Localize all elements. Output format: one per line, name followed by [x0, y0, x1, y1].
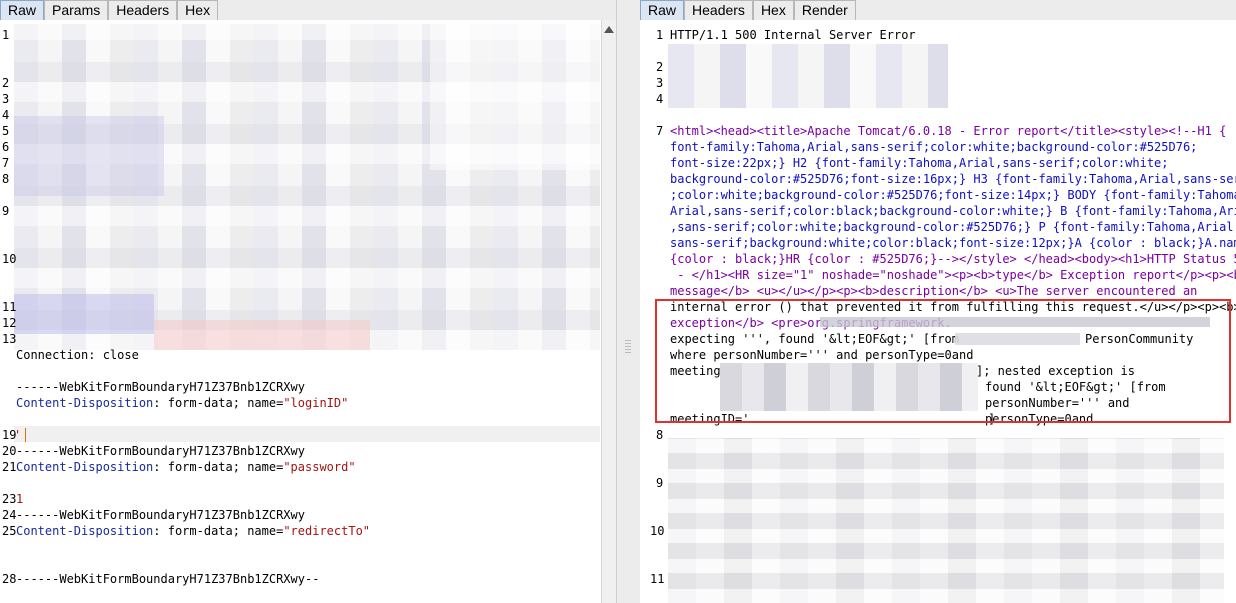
- request-pane: Raw Params Headers Hex 1 2 3 4 5 6 7 8 9…: [0, 0, 616, 603]
- boundary-line: ------WebKitFormBoundaryH71Z37Bnb1ZCRXwy: [16, 380, 305, 394]
- line-number: 9: [2, 204, 10, 218]
- line-number: 2: [2, 76, 10, 90]
- line-number: 12: [2, 316, 17, 330]
- line-number: 28: [2, 572, 17, 586]
- connection-header: Connection: close: [16, 348, 139, 362]
- content-disposition-loginid: Content-Disposition: form-data; name="lo…: [16, 396, 349, 410]
- pane-splitter[interactable]: [616, 0, 641, 603]
- line-number: 10: [650, 524, 665, 538]
- response-body-line: ,sans-serif;color:white;background-color…: [670, 220, 1236, 234]
- request-scrollbar[interactable]: [601, 20, 616, 603]
- boundary-line: ------WebKitFormBoundaryH71Z37Bnb1ZCRXwy: [16, 444, 305, 458]
- line-number: 20: [2, 444, 17, 458]
- content-disposition-redirectto: Content-Disposition: form-data; name="re…: [16, 524, 371, 538]
- response-body-line: ;color:white;background-color:#525D76;fo…: [670, 188, 1236, 202]
- loginid-value[interactable]: ': [14, 428, 21, 442]
- response-body-line: background-color:#525D76;font-size:16px;…: [670, 172, 1236, 186]
- response-body-line: message</b> <u></u></p><p><b>description…: [670, 284, 1198, 298]
- request-tabs: Raw Params Headers Hex: [0, 0, 616, 21]
- request-tab-hex[interactable]: Hex: [177, 0, 219, 20]
- boundary-line: ------WebKitFormBoundaryH71Z37Bnb1ZCRXwy: [16, 508, 305, 522]
- text-cursor: [25, 428, 26, 442]
- response-body-line: Arial,sans-serif;color:black;background-…: [670, 204, 1236, 218]
- line-number: 3: [656, 76, 664, 90]
- response-tab-headers[interactable]: Headers: [684, 0, 753, 20]
- request-editor[interactable]: 1 2 3 4 5 6 7 8 9 10 11 12 13 Connection…: [0, 20, 616, 603]
- splitter-grip-icon[interactable]: [625, 340, 631, 354]
- request-tab-params[interactable]: Params: [44, 0, 109, 20]
- password-value: 1: [16, 492, 24, 506]
- line-number: 4: [2, 108, 10, 122]
- exception-highlight-box: [655, 299, 1231, 423]
- boundary-end-line: ------WebKitFormBoundaryH71Z37Bnb1ZCRXwy…: [16, 572, 320, 586]
- response-tab-raw[interactable]: Raw: [640, 0, 685, 20]
- line-number: 8: [2, 172, 10, 186]
- response-body-line: sans-serif;background:white;color:black;…: [670, 236, 1236, 250]
- line-number: 6: [2, 140, 10, 154]
- response-tab-hex[interactable]: Hex: [752, 0, 794, 20]
- response-body-line: <html><head><title>Apache Tomcat/6.0.18 …: [670, 124, 1227, 138]
- line-number: 13: [2, 332, 17, 346]
- line-number: 7: [2, 156, 10, 170]
- redacted-headers: [668, 44, 948, 108]
- content-disposition-password: Content-Disposition: form-data; name="pa…: [16, 460, 356, 474]
- line-number: 4: [656, 92, 664, 106]
- request-tab-raw[interactable]: Raw: [0, 0, 45, 20]
- line-number: 2: [656, 60, 664, 74]
- response-pane: Raw Headers Hex Render 1 2 3 4 7 8 9 10 …: [640, 0, 1236, 603]
- response-body-line: {color : black;}HR {color : #525D76;}-->…: [670, 252, 1236, 266]
- line-number: 11: [650, 572, 665, 586]
- response-body-line: font-family:Tahoma,Arial,sans-serif;colo…: [670, 140, 1198, 154]
- line-number: 21: [2, 460, 17, 474]
- response-tab-render[interactable]: Render: [793, 0, 856, 20]
- line-number: 7: [656, 124, 664, 138]
- line-number: 1: [656, 28, 664, 42]
- line-number: 10: [2, 252, 17, 266]
- line-number: 8: [656, 428, 664, 442]
- line-number: 1: [2, 28, 10, 42]
- line-number: 5: [2, 124, 10, 138]
- line-number: 23: [2, 492, 17, 506]
- request-tab-headers[interactable]: Headers: [108, 0, 178, 20]
- response-body-line: font-size:22px;} H2 {font-family:Tahoma,…: [670, 156, 1169, 170]
- line-number: 3: [2, 92, 10, 106]
- line-number: 11: [2, 300, 17, 314]
- response-tabs: Raw Headers Hex Render: [640, 0, 1236, 21]
- response-body-line: - </h1><HR size="1" noshade="noshade"><p…: [670, 268, 1236, 282]
- line-number: 24: [2, 508, 17, 522]
- line-number: 9: [656, 476, 664, 490]
- status-line: HTTP/1.1 500 Internal Server Error: [670, 28, 916, 42]
- line-number: 25: [2, 524, 17, 538]
- current-line-highlight: [14, 426, 600, 442]
- scroll-up-arrow-icon[interactable]: [604, 26, 614, 33]
